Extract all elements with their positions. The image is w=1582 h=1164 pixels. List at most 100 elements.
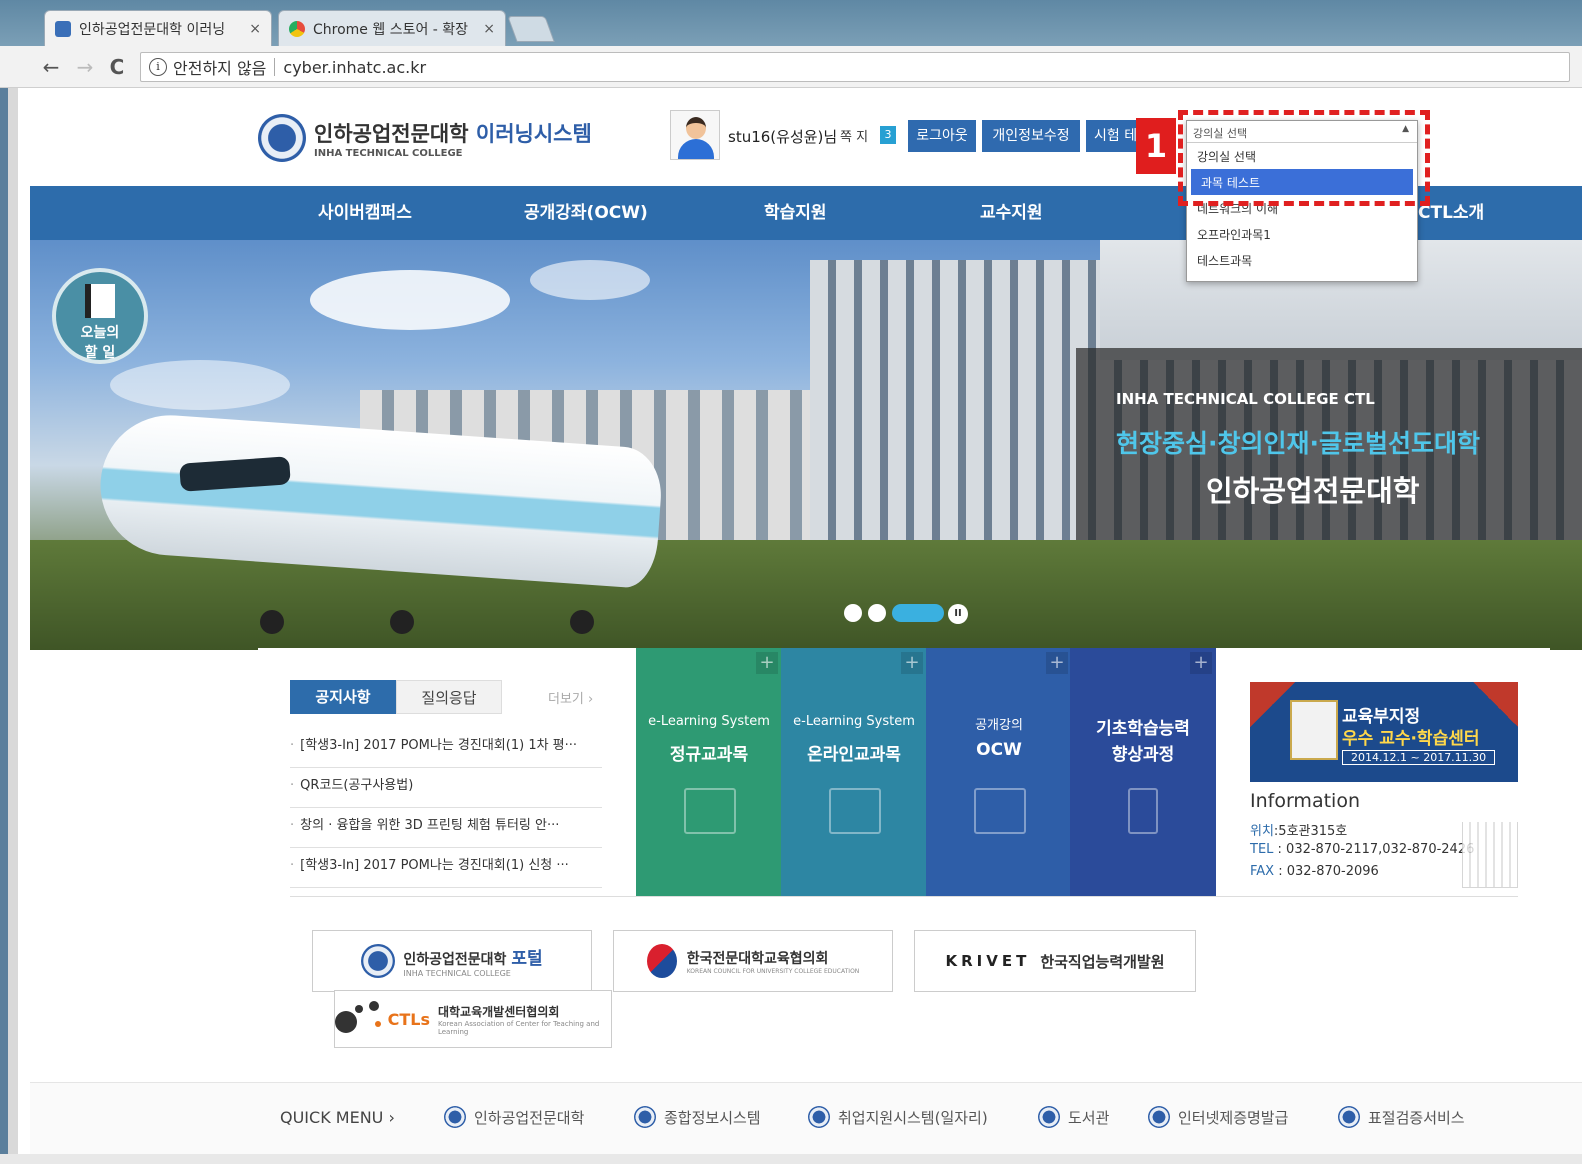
notice-more-link[interactable]: 더보기 › bbox=[548, 688, 593, 707]
avatar-head bbox=[686, 117, 706, 139]
info-icon[interactable]: i bbox=[149, 58, 167, 76]
kcce-name: 한국전문대학교육협의회 bbox=[686, 950, 829, 967]
list-item[interactable]: · 창의 · 융합을 위한 3D 프린팅 체험 튜터링 안··· bbox=[290, 808, 602, 848]
tile-subtitle: e-Learning System bbox=[648, 714, 770, 729]
quick-link-job-system[interactable]: 취업지원시스템(일자리) bbox=[808, 1106, 988, 1128]
partner-portal-link[interactable]: 인하공업전문대학 포털 INHA TECHNICAL COLLEGE bbox=[312, 930, 592, 992]
airplane-wheel bbox=[390, 610, 414, 634]
video-icon bbox=[974, 788, 1026, 834]
tab-close-icon[interactable]: × bbox=[483, 21, 495, 37]
plus-icon[interactable]: + bbox=[756, 652, 778, 674]
partner-kcce-link[interactable]: 한국전문대학교육협의회 KOREAN COUNCIL FOR UNIVERSIT… bbox=[613, 930, 893, 992]
portal-name: 인하공업전문대학 bbox=[403, 952, 507, 968]
portal-accent: 포털 bbox=[511, 949, 543, 969]
quick-link-plagiarism[interactable]: 표절검증서비스 bbox=[1338, 1106, 1465, 1128]
tab-qna[interactable]: 질의응답 bbox=[396, 680, 502, 714]
award-period: 2014.12.1 ~ 2017.11.30 bbox=[1342, 750, 1496, 765]
ctls-subtitle: Korean Association of Center for Teachin… bbox=[437, 1019, 600, 1036]
krivet-name: 한국직업능력개발원 bbox=[1040, 952, 1165, 971]
partner-krivet-link[interactable]: KRIVET 한국직업능력개발원 bbox=[914, 930, 1196, 992]
list-item[interactable]: · QR코드(공구사용법) bbox=[290, 768, 602, 808]
college-emblem-icon bbox=[808, 1106, 830, 1128]
quick-link-label: 인하공업전문대학 bbox=[474, 1108, 585, 1127]
college-emblem-icon bbox=[634, 1106, 656, 1128]
quick-link-certificate[interactable]: 인터넷제증명발급 bbox=[1148, 1106, 1288, 1128]
logout-button[interactable]: 로그아웃 bbox=[908, 120, 976, 152]
slide-dot[interactable] bbox=[868, 604, 886, 622]
info-title: Information bbox=[1250, 790, 1360, 812]
tile-subtitle: 공개강의 bbox=[975, 718, 1023, 733]
annotation-highlight-box bbox=[1178, 110, 1430, 206]
plus-icon[interactable]: + bbox=[1190, 652, 1212, 674]
back-icon[interactable]: ← bbox=[38, 54, 64, 80]
list-item[interactable]: · [학생3-In] 2017 POM나는 경진대회(1) 1차 평··· bbox=[290, 728, 602, 768]
cloud-shape bbox=[530, 260, 650, 300]
logo-system-name: 이러닝시스템 bbox=[475, 121, 592, 146]
forward-icon[interactable]: → bbox=[72, 54, 98, 80]
new-tab-button[interactable] bbox=[507, 16, 555, 42]
browser-tab-chrome-store[interactable]: Chrome 웹 스토어 - 확장 × bbox=[278, 10, 506, 46]
info-fax-value: : 032-870-2096 bbox=[1274, 864, 1379, 879]
plus-icon[interactable]: + bbox=[1046, 652, 1068, 674]
edit-profile-button[interactable]: 개인정보수정 bbox=[982, 120, 1080, 152]
quick-link-info-system[interactable]: 종합정보시스템 bbox=[634, 1106, 761, 1128]
tile-online-courses[interactable]: + e-Learning System 온라인교과목 bbox=[781, 648, 927, 896]
window-bottom-edge bbox=[0, 1154, 1582, 1164]
course-option[interactable]: 테스트과목 bbox=[1187, 247, 1417, 273]
divider bbox=[290, 896, 1518, 897]
security-status: 안전하지 않음 bbox=[173, 59, 267, 78]
todo-label-line2: 할 일 bbox=[84, 345, 116, 361]
slide-pause-icon[interactable]: II bbox=[948, 604, 968, 624]
slide-dot-active[interactable] bbox=[892, 604, 944, 622]
hero-caption: INHA TECHNICAL COLLEGE CTL 현장중심·창의인재·글로벌… bbox=[1076, 348, 1582, 540]
nav-learning-support[interactable]: 학습지원 bbox=[764, 186, 827, 240]
message-link[interactable]: 쪽 지 bbox=[840, 126, 868, 145]
portal-subtitle: INHA TECHNICAL COLLEGE bbox=[403, 969, 511, 978]
kcce-logo-icon bbox=[646, 944, 677, 978]
nav-faculty-support[interactable]: 교수지원 bbox=[980, 186, 1043, 240]
tile-subtitle: e-Learning System bbox=[793, 714, 915, 729]
certificate-icon bbox=[1290, 700, 1338, 760]
tile-regular-courses[interactable]: + e-Learning System 정규교과목 bbox=[636, 648, 782, 896]
nav-cyber-campus[interactable]: 사이버캠퍼스 bbox=[318, 186, 412, 240]
partner-ctls-link[interactable]: CTLs 대학교육개발센터협의회 Korean Association of C… bbox=[334, 990, 612, 1048]
award-banner[interactable]: 교육부지정 우수 교수·학습센터 2014.12.1 ~ 2017.11.30 bbox=[1250, 682, 1518, 782]
info-fax: FAX : 032-870-2096 bbox=[1250, 864, 1379, 879]
message-count-badge[interactable]: 3 bbox=[880, 126, 896, 144]
slide-dot[interactable] bbox=[844, 604, 862, 622]
tile-title: 정규교과목 bbox=[669, 745, 749, 765]
building-icon bbox=[1462, 822, 1518, 888]
site-logo[interactable]: 인하공업전문대학 이러닝시스템 INHA TECHNICAL COLLEGE bbox=[258, 112, 598, 164]
tile-ocw[interactable]: + 공개강의 OCW bbox=[926, 648, 1072, 896]
avatar bbox=[670, 110, 720, 160]
quick-link-library[interactable]: 도서관 bbox=[1038, 1106, 1109, 1128]
nav-ocw[interactable]: 공개강좌(OCW) bbox=[524, 186, 648, 240]
info-tel-value: : 032-870-2117,032-870-2426 bbox=[1273, 842, 1475, 857]
tile-title-line2: 향상과정 bbox=[1111, 745, 1175, 765]
tile-basic-learning[interactable]: + 기초학습능력 향상과정 bbox=[1070, 648, 1216, 896]
course-option[interactable]: 오프라인과목1 bbox=[1187, 221, 1417, 247]
hero-banner: INHA TECHNICAL COLLEGE CTL 현장중심·창의인재·글로벌… bbox=[30, 240, 1582, 650]
tab-notice[interactable]: 공지사항 bbox=[290, 680, 396, 714]
hero-caption-slogan: 현장중심·창의인재·글로벌선도대학 bbox=[1116, 429, 1480, 458]
airplane-wheel bbox=[260, 610, 284, 634]
tab-title: Chrome 웹 스토어 - 확장 bbox=[313, 21, 469, 38]
quick-link-college[interactable]: 인하공업전문대학 bbox=[444, 1106, 584, 1128]
notice-tabs: 공지사항 질의응답 bbox=[290, 680, 502, 714]
monitor-icon bbox=[829, 788, 881, 834]
window-left-edge bbox=[0, 88, 30, 1164]
quick-link-label: 종합정보시스템 bbox=[664, 1108, 761, 1127]
reload-icon[interactable]: C bbox=[104, 54, 130, 80]
info-location: 위치:5호관315호 bbox=[1250, 820, 1347, 839]
url-input[interactable]: i 안전하지 않음 cyber.inhatc.ac.kr bbox=[140, 52, 1570, 82]
exam-button[interactable]: 시험 테 bbox=[1086, 120, 1142, 152]
college-emblem-icon bbox=[258, 114, 306, 162]
omnibox-divider bbox=[274, 58, 276, 76]
college-emblem-icon bbox=[1148, 1106, 1170, 1128]
hero-caption-line1: INHA TECHNICAL COLLEGE CTL bbox=[1116, 390, 1375, 408]
list-item[interactable]: · [학생3-In] 2017 POM나는 경진대회(1) 신청 ··· bbox=[290, 848, 602, 888]
tab-close-icon[interactable]: × bbox=[249, 21, 261, 37]
plus-icon[interactable]: + bbox=[901, 652, 923, 674]
today-todo-button[interactable]: 오늘의 할 일 bbox=[52, 268, 148, 364]
browser-tab-elearning[interactable]: 인하공업전문대학 이러닝 × bbox=[44, 10, 272, 46]
